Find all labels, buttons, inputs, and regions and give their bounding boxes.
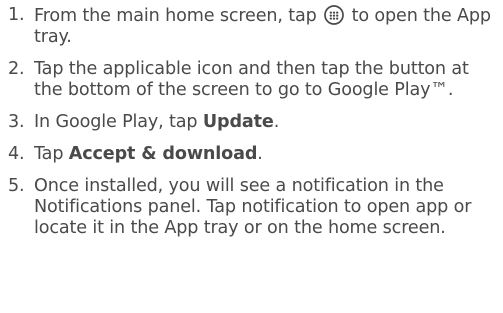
- step-number: 3.: [8, 112, 25, 132]
- step-5: 5. Once installed, you will see a notifi…: [8, 176, 495, 239]
- step-text: Tap the applicable icon and then tap the…: [34, 59, 469, 100]
- apps-grid-icon: [324, 5, 344, 25]
- step-text: Once installed, you will see a notificat…: [34, 176, 472, 238]
- step-number: 4.: [8, 144, 25, 164]
- step-3: 3. In Google Play, tap Update.: [8, 112, 495, 133]
- step-text-before: Tap: [34, 144, 69, 164]
- step-2: 2. Tap the applicable icon and then tap …: [8, 59, 495, 101]
- step-text-before: In Google Play, tap: [34, 112, 203, 132]
- step-text-after: .: [273, 112, 280, 132]
- update-label: Update: [202, 112, 274, 132]
- step-number: 2.: [8, 59, 25, 79]
- accept-download-label: Accept & download: [68, 144, 258, 164]
- step-number: 5.: [8, 176, 25, 196]
- steps-list: 1. From the main home screen, tap to ope…: [8, 5, 495, 239]
- step-4: 4. Tap Accept & download.: [8, 144, 495, 165]
- step-text-after: .: [257, 144, 263, 164]
- step-1: 1. From the main home screen, tap to ope…: [8, 5, 495, 48]
- step-text-before: From the main home screen, tap: [34, 6, 323, 26]
- instructions-document: 1. From the main home screen, tap to ope…: [0, 0, 503, 313]
- step-number: 1.: [8, 5, 25, 25]
